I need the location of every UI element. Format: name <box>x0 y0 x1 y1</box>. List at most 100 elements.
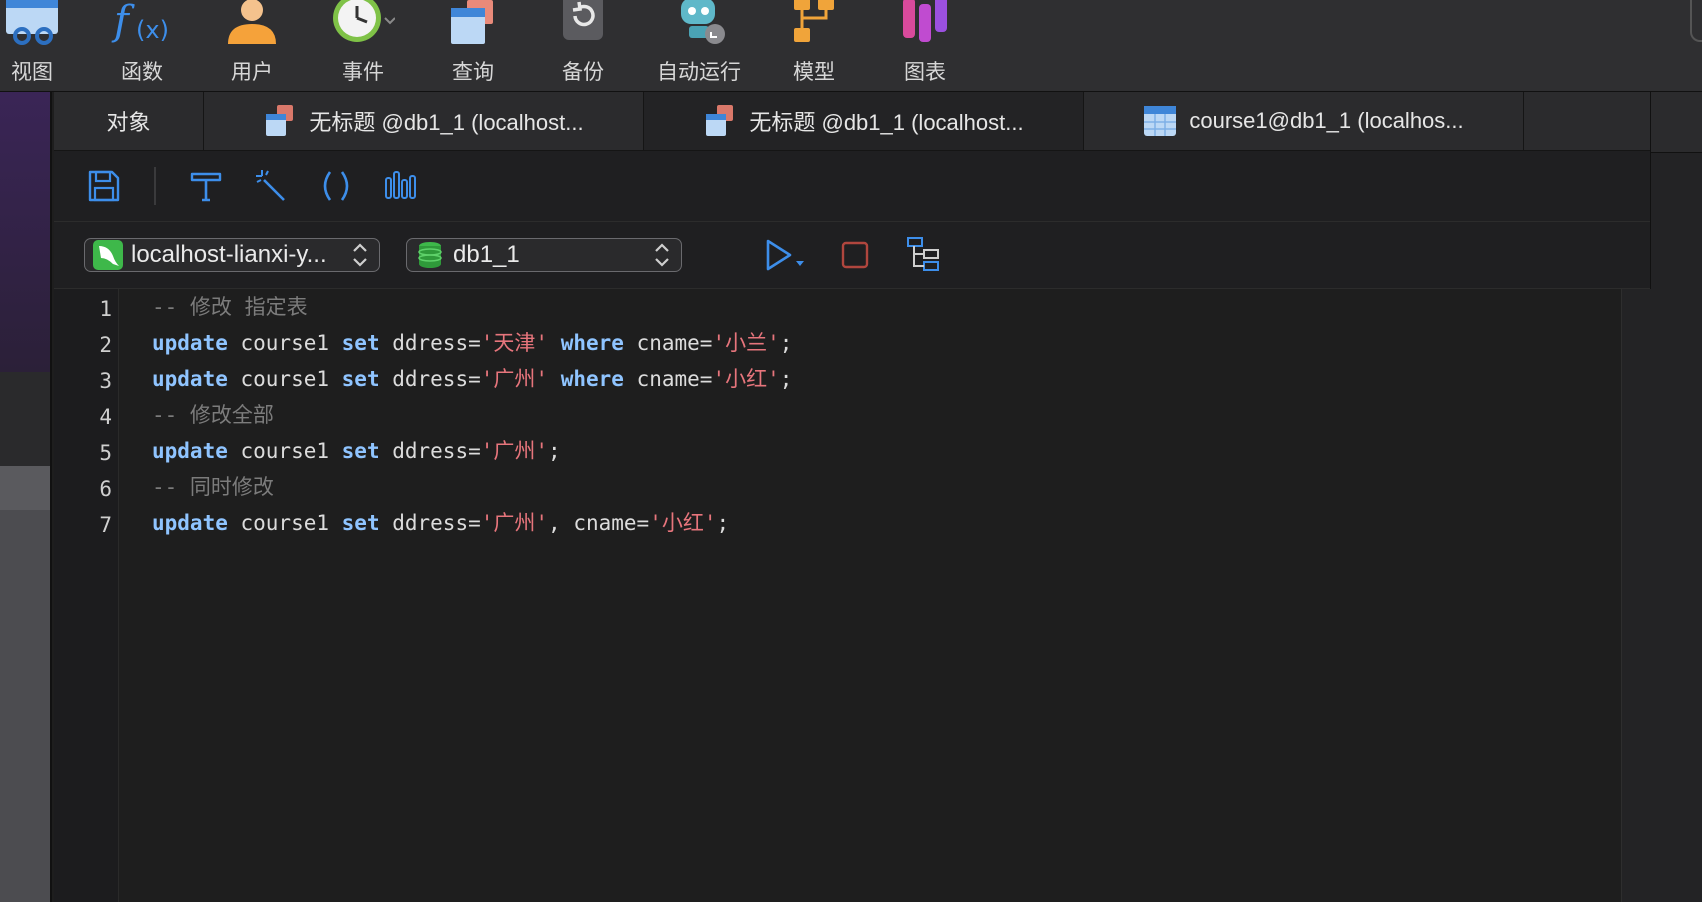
sql-comment: -- 同时修改 <box>152 475 274 499</box>
run-play-icon[interactable] <box>764 237 808 273</box>
sql-comment: -- 修改全部 <box>152 403 274 427</box>
sql-token: ; <box>548 439 561 463</box>
sql-keyword: set <box>341 331 380 355</box>
tab-label: course1@db1_1 (localhos... <box>1189 108 1464 133</box>
main-toolbar: 视图 f (x) 函数 用户 事件 查询 备份 自动运行 模型 图表 <box>0 0 1702 92</box>
code-line[interactable]: update course1 set ddress='广州'; <box>152 433 561 469</box>
query-icon <box>451 0 493 44</box>
toolbar-model-button[interactable]: 模型 <box>764 0 864 91</box>
toolbar-chart-button[interactable]: 图表 <box>875 0 975 91</box>
magic-wand-icon[interactable] <box>254 168 290 204</box>
explain-chart-icon[interactable] <box>382 168 418 204</box>
tab-bar: 对象 无标题 @db1_1 (localhost... 无标题 @db1_1 (… <box>54 92 1650 151</box>
server-select[interactable]: localhost-lianxi-y... <box>84 238 380 272</box>
code-line[interactable]: update course1 set ddress='广州' where cna… <box>152 361 792 397</box>
toolbar-automation-label: 自动运行 <box>657 60 741 84</box>
toolbar-automation-button[interactable]: 自动运行 <box>649 0 749 91</box>
database-select-value: db1_1 <box>453 241 520 268</box>
code-line[interactable]: -- 同时修改 <box>152 469 274 505</box>
line-number: 4 <box>99 405 112 429</box>
toolbar-backup-button[interactable]: 备份 <box>533 0 633 91</box>
editor-scrollbar[interactable] <box>1621 289 1651 902</box>
sql-token: ddress= <box>379 439 481 463</box>
database-select[interactable]: db1_1 <box>406 238 682 272</box>
tab-label: 无标题 @db1_1 (localhost... <box>749 110 1024 135</box>
table-icon <box>1144 106 1177 136</box>
code-line[interactable]: -- 修改 指定表 <box>152 289 308 325</box>
sidebar-divider[interactable] <box>50 92 52 902</box>
sql-keyword: update <box>152 331 228 355</box>
sql-keyword: where <box>560 367 624 391</box>
sql-token: cname= <box>623 367 713 391</box>
automation-robot-icon <box>681 0 725 44</box>
sql-string: '广州' <box>480 439 549 463</box>
right-panel-strip <box>1650 92 1702 902</box>
server-select-value: localhost-lianxi-y... <box>131 241 327 268</box>
svg-text:f: f <box>111 0 135 44</box>
parentheses-icon[interactable] <box>318 168 354 204</box>
tab-label: 无标题 @db1_1 (localhost... <box>309 110 584 135</box>
query-icon <box>706 105 734 136</box>
sql-keyword: update <box>152 439 228 463</box>
mysql-connection-icon <box>93 240 123 270</box>
line-number-gutter: 1 2 3 4 5 6 7 <box>54 289 119 902</box>
view-icon <box>6 0 58 45</box>
sql-string: '小红' <box>712 367 780 391</box>
tab-untitled-query-1[interactable]: 无标题 @db1_1 (localhost... <box>204 92 644 150</box>
line-number: 2 <box>99 333 112 357</box>
toolbar-view-button[interactable]: 视图 <box>0 0 82 91</box>
toolbar-edge-handle <box>1690 0 1702 42</box>
code-line[interactable]: update course1 set ddress='天津' where cna… <box>152 325 792 361</box>
sql-token: ddress= <box>379 331 481 355</box>
model-icon <box>794 0 834 42</box>
tab-untitled-query-2[interactable]: 无标题 @db1_1 (localhost... <box>644 92 1084 150</box>
sql-token: , cname= <box>548 511 650 535</box>
sql-token: ddress= <box>379 511 481 535</box>
line-number: 3 <box>99 369 112 393</box>
sql-token: course1 <box>227 439 342 463</box>
sql-keyword: update <box>152 367 228 391</box>
sql-editor[interactable]: -- 修改 指定表 update course1 set ddress='天津'… <box>119 289 1619 902</box>
format-brush-icon[interactable] <box>188 168 224 204</box>
toolbar-chart-label: 图表 <box>904 60 946 84</box>
sidebar-background <box>0 92 52 372</box>
tab-objects[interactable]: 对象 <box>54 92 204 150</box>
sql-keyword: set <box>341 511 380 535</box>
sql-comment: -- 修改 指定表 <box>152 295 308 319</box>
explain-plan-icon[interactable] <box>906 236 942 272</box>
code-line[interactable]: -- 修改全部 <box>152 397 274 433</box>
event-clock-icon <box>333 0 395 42</box>
line-number: 6 <box>99 477 112 501</box>
sql-token: ; <box>779 331 793 355</box>
toolbar-model-label: 模型 <box>793 60 835 84</box>
toolbar-function-button[interactable]: f (x) 函数 <box>92 0 192 91</box>
code-line[interactable]: update course1 set ddress='广州', cname='小… <box>152 505 729 541</box>
toolbar-user-label: 用户 <box>231 60 273 84</box>
stop-icon[interactable] <box>840 240 870 270</box>
toolbar-user-button[interactable]: 用户 <box>202 0 302 91</box>
line-number: 5 <box>99 441 112 465</box>
sql-token: course1 <box>227 367 342 391</box>
user-icon <box>228 0 276 44</box>
sql-string: '天津' <box>480 331 549 355</box>
toolbar-query-button[interactable]: 查询 <box>423 0 523 91</box>
toolbar-event-button[interactable]: 事件 <box>313 0 413 91</box>
sql-token: cname= <box>623 331 713 355</box>
sql-token: course1 <box>227 511 342 535</box>
sql-string: '小兰' <box>712 331 780 355</box>
line-number: 1 <box>99 297 112 321</box>
toolbar-separator <box>154 167 156 205</box>
sql-keyword: update <box>152 511 228 535</box>
sql-keyword: set <box>341 439 380 463</box>
tab-course1-table[interactable]: course1@db1_1 (localhos... <box>1084 92 1524 150</box>
sidebar-selected-item[interactable] <box>0 466 52 510</box>
editor-toolbar <box>54 151 1650 222</box>
sidebar-list-area <box>0 510 52 902</box>
sql-string: '小红' <box>649 511 717 535</box>
toolbar-event-label: 事件 <box>342 60 384 84</box>
sql-string: '广州' <box>480 511 549 535</box>
sql-string: '广州' <box>480 367 549 391</box>
save-icon[interactable] <box>86 168 122 204</box>
sql-token: ; <box>779 367 793 391</box>
svg-text:(x): (x) <box>136 16 169 44</box>
